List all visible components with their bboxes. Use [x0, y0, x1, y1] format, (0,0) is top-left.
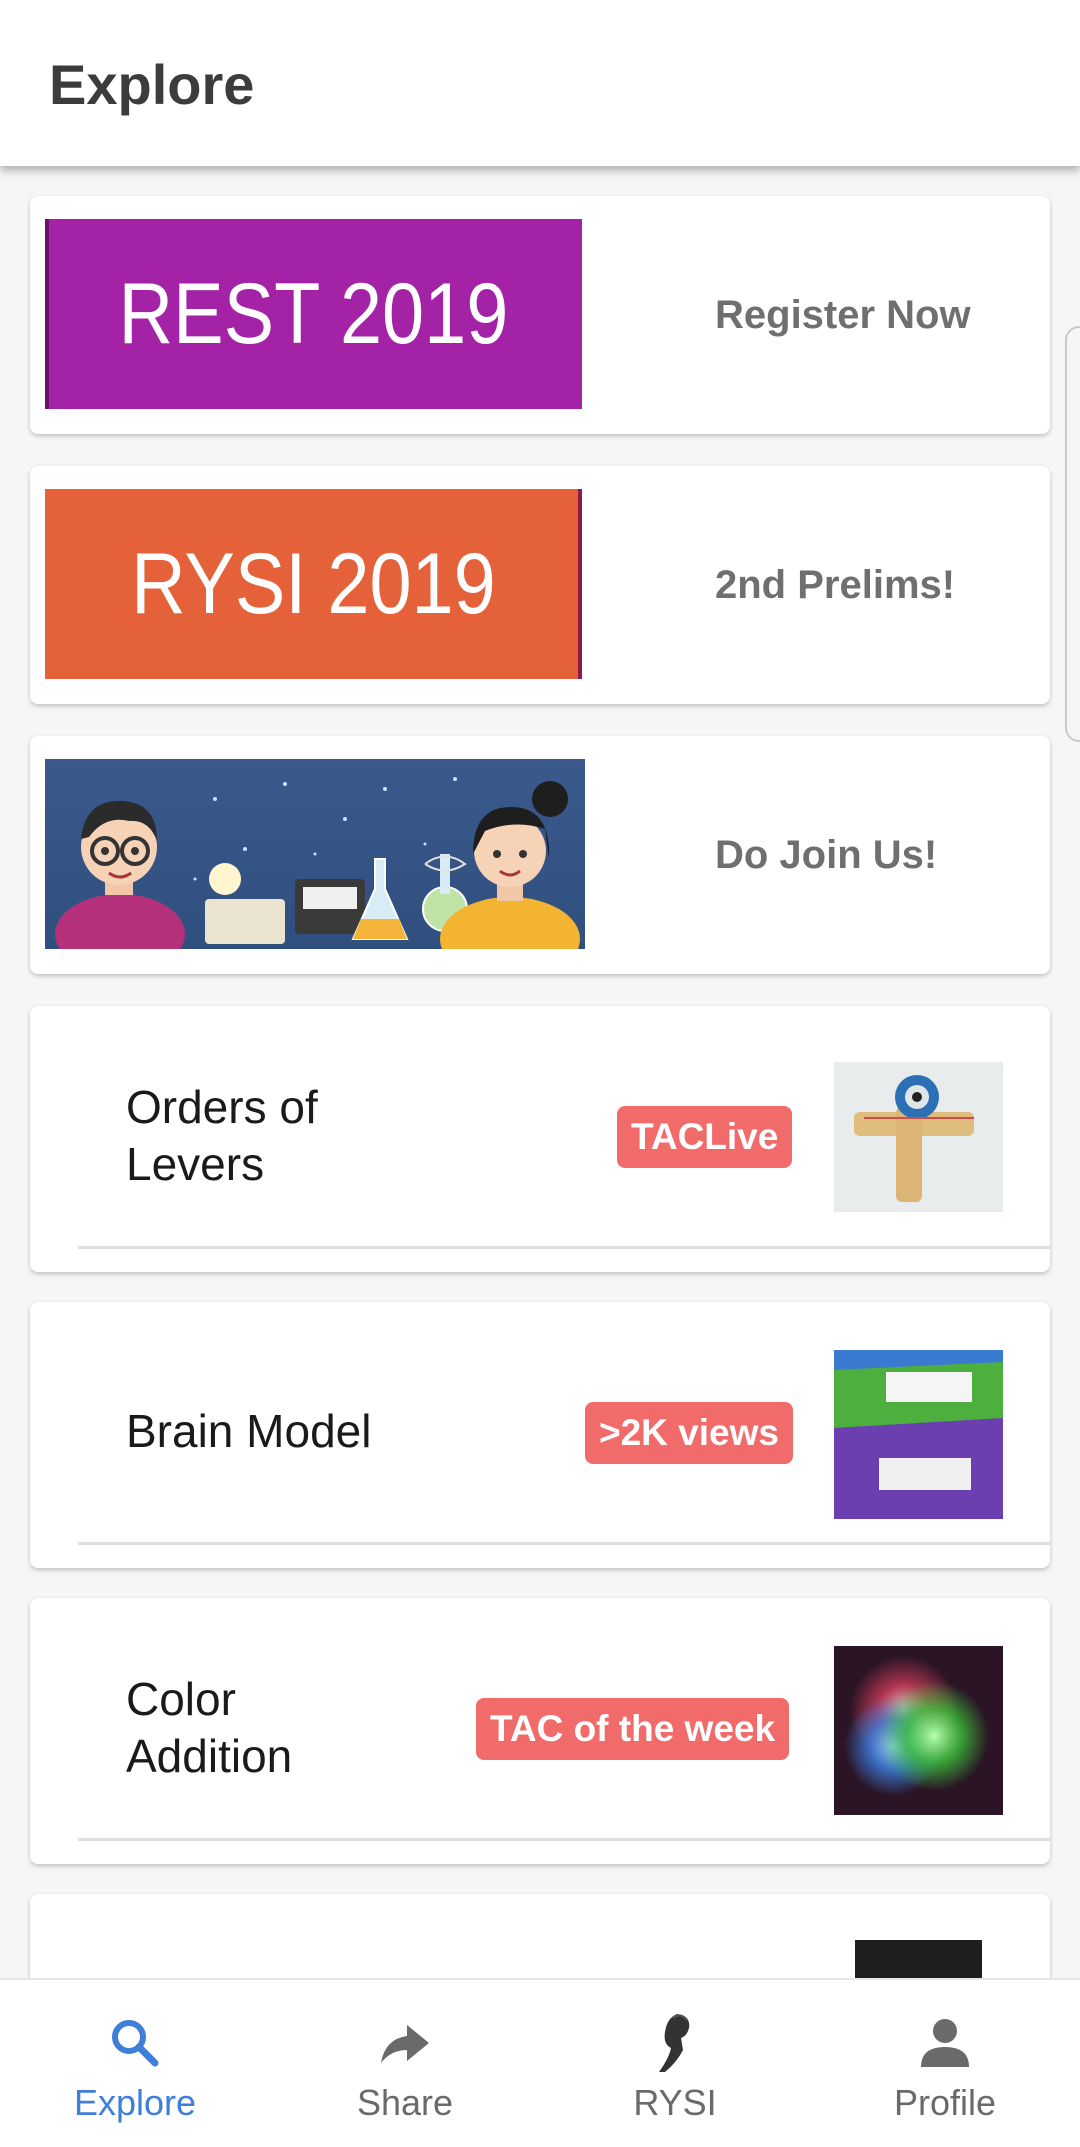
- banner-card-join[interactable]: Do Join Us!: [30, 736, 1050, 974]
- post-card-levers[interactable]: Orders of Levers TACLive: [30, 1006, 1050, 1272]
- post-card-color-addition[interactable]: Color Addition TAC of the week: [30, 1598, 1050, 1864]
- post-title-line: Addition: [126, 1730, 293, 1782]
- nav-label: RYSI: [633, 2082, 717, 2123]
- banner-card-rest[interactable]: REST 2019 Register Now: [30, 196, 1050, 434]
- search-icon: [102, 2010, 168, 2076]
- nav-share[interactable]: Share: [270, 1980, 540, 2147]
- nav-explore[interactable]: Explore: [0, 1980, 270, 2147]
- share-arrow-icon: [372, 2010, 438, 2076]
- explore-feed[interactable]: REST 2019 Register Now RYSI 2019 2nd Pre…: [0, 166, 1080, 1978]
- post-title: Brain Model: [126, 1302, 456, 1562]
- nav-label: Share: [356, 2082, 454, 2123]
- banner-label: Do Join Us!: [715, 832, 938, 877]
- post-card-partial[interactable]: [30, 1894, 1050, 1978]
- post-thumbnail: [834, 1350, 1003, 1519]
- divider: [78, 1246, 1050, 1249]
- page-title: Explore: [49, 53, 255, 116]
- science-kids-illustration: [45, 759, 585, 949]
- post-thumbnail: [855, 1940, 982, 1978]
- banner-image-text: REST 2019: [118, 267, 508, 363]
- banner-image-text: RYSI 2019: [131, 537, 496, 633]
- post-title: Color Addition: [126, 1598, 426, 1858]
- bottom-navigation: Explore Share RYSI Profile: [0, 1978, 1080, 2147]
- post-thumbnail: [834, 1062, 1003, 1212]
- status-badge: TACLive: [617, 1106, 793, 1168]
- post-title: Orders of Levers: [126, 1006, 426, 1266]
- post-card-brain-model[interactable]: Brain Model >2K views: [30, 1302, 1050, 1568]
- person-icon: [912, 2010, 978, 2076]
- divider: [78, 1838, 1050, 1841]
- banner-label: 2nd Prelims!: [715, 562, 956, 607]
- scroll-edge-indicator: [1065, 326, 1080, 742]
- app-bar: Explore: [0, 0, 1080, 166]
- status-badge: TAC of the week: [476, 1698, 790, 1760]
- nav-label: Explore: [73, 2082, 197, 2123]
- rysi-logo-icon: [642, 2010, 708, 2076]
- post-thumbnail: [834, 1646, 1003, 1815]
- nav-profile[interactable]: Profile: [810, 1980, 1080, 2147]
- post-title-line: Orders of: [126, 1080, 318, 1133]
- banner-label: Register Now: [715, 292, 971, 337]
- banner-card-rysi[interactable]: RYSI 2019 2nd Prelims!: [30, 466, 1050, 704]
- status-badge: >2K views: [585, 1402, 793, 1464]
- rysi-banner-image: RYSI 2019: [45, 489, 582, 679]
- nav-label: Profile: [893, 2082, 997, 2123]
- post-title-line: Color: [126, 1672, 236, 1725]
- post-title-line: Brain Model: [126, 1405, 372, 1458]
- rest-banner-image: REST 2019: [45, 219, 582, 409]
- divider: [78, 1542, 1050, 1545]
- nav-rysi[interactable]: RYSI: [540, 1980, 810, 2147]
- post-title-line: Levers: [126, 1138, 265, 1190]
